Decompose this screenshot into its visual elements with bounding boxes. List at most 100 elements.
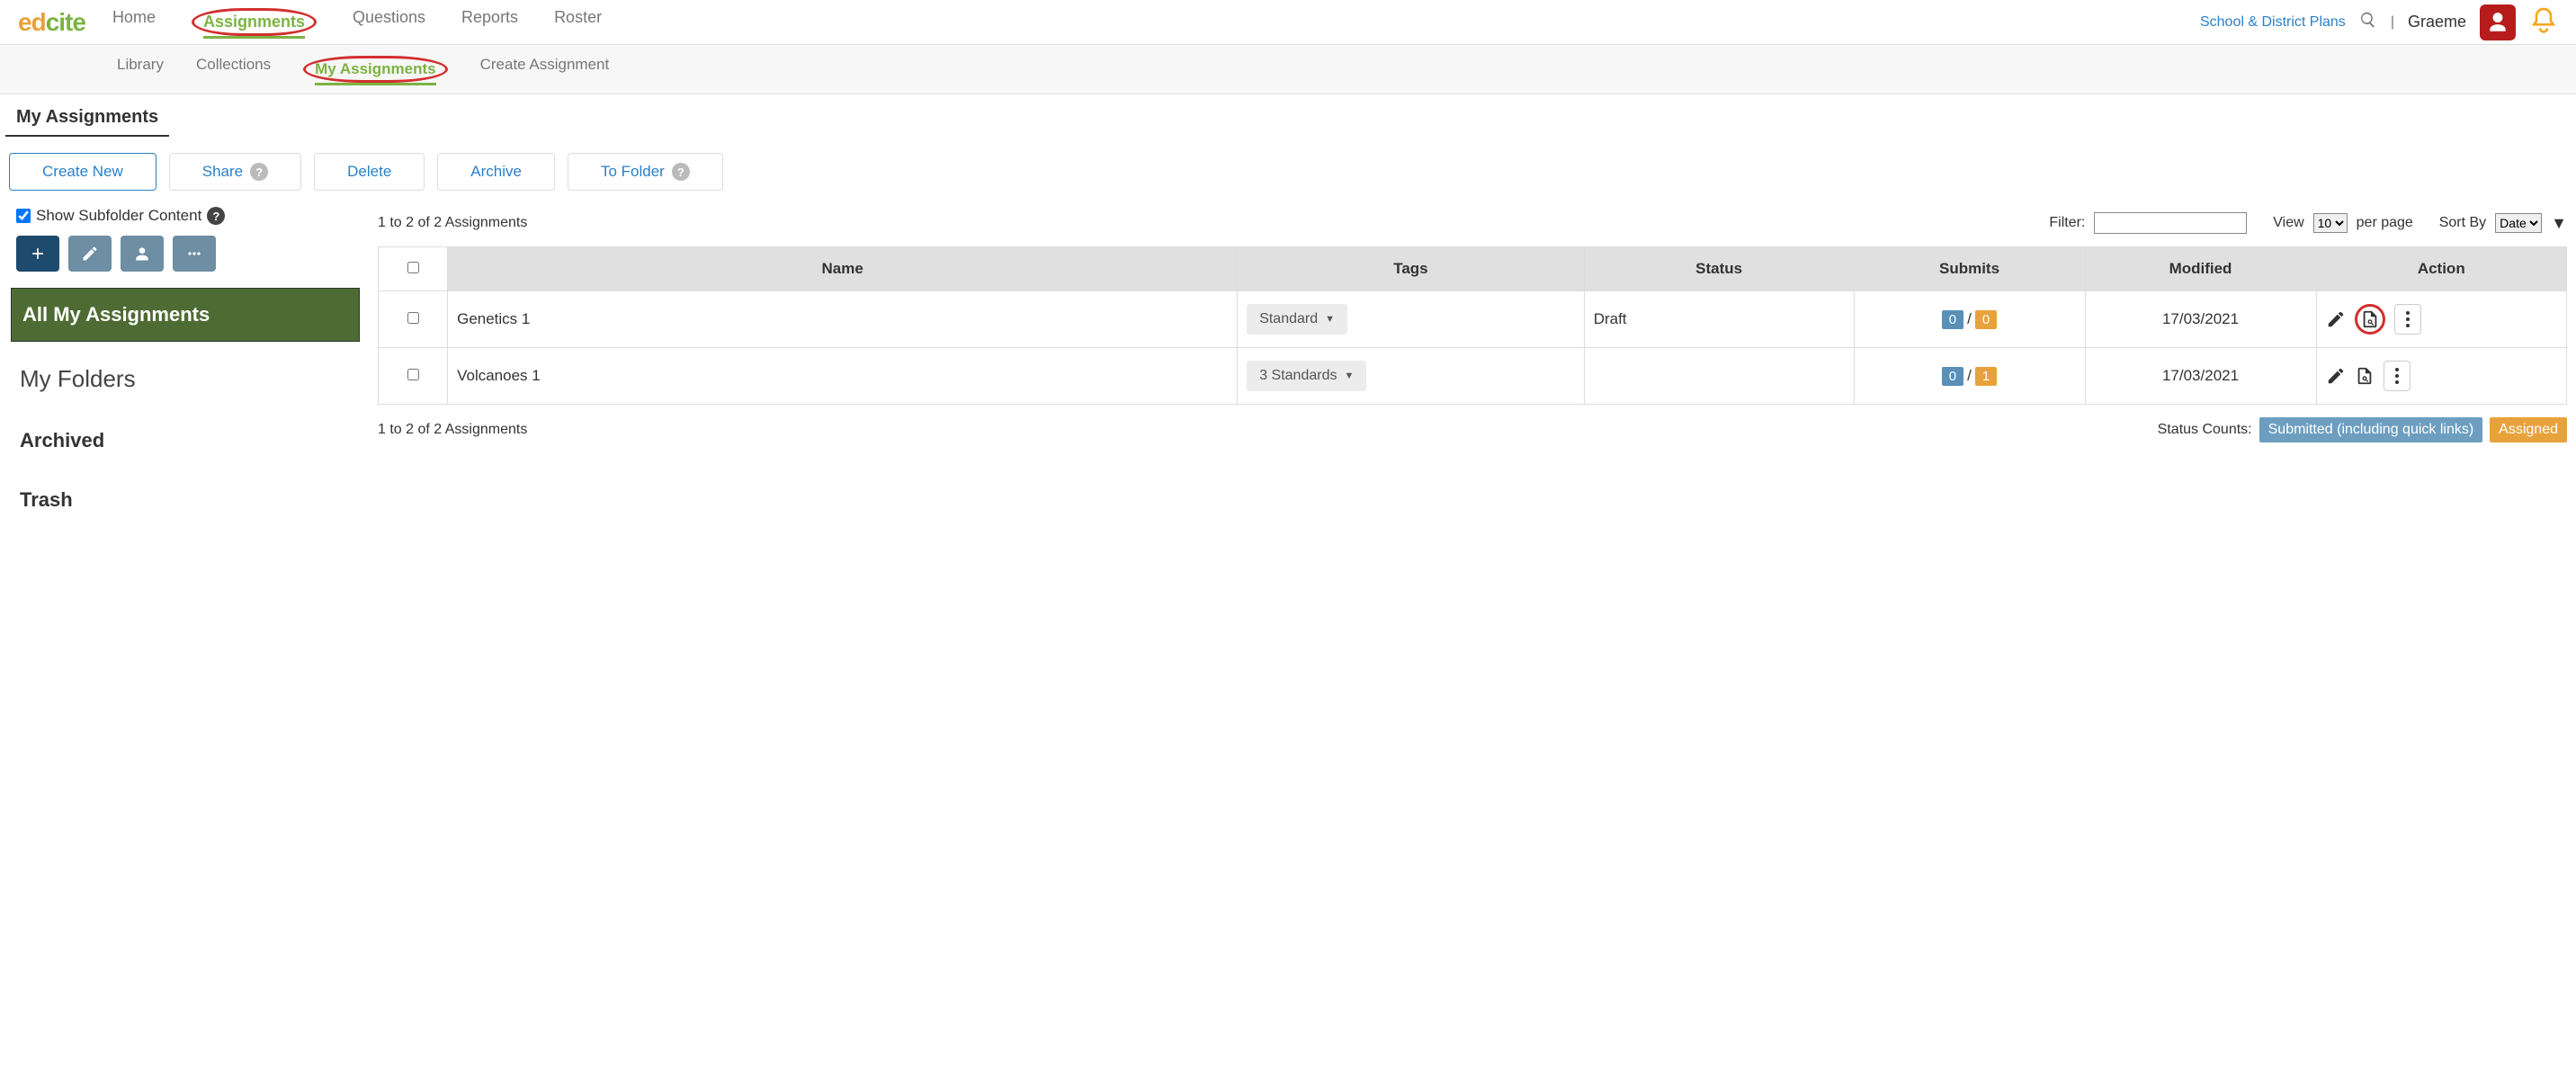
nav-roster[interactable]: Roster — [554, 8, 602, 36]
sidebar-all-assignments[interactable]: All My Assignments — [11, 288, 360, 342]
cell-action — [2316, 291, 2566, 348]
content-area: 1 to 2 of 2 Assignments Filter: View 10 … — [378, 207, 2567, 540]
filter-input[interactable] — [2094, 212, 2247, 234]
more-actions-icon[interactable] — [2384, 361, 2411, 391]
search-icon[interactable] — [2359, 11, 2377, 33]
caret-down-icon: ▼ — [1344, 371, 1354, 381]
more-folder-button[interactable] — [173, 236, 216, 272]
share-label: Share — [202, 163, 243, 181]
submits-assigned: 1 — [1975, 367, 1997, 386]
divider: | — [2391, 14, 2394, 31]
filter-label: Filter: — [2049, 215, 2085, 231]
cell-tags: Standard ▼ — [1238, 291, 1585, 348]
help-icon: ? — [250, 163, 268, 181]
per-page-suffix: per page — [2357, 215, 2413, 231]
page-title: My Assignments — [5, 94, 169, 137]
to-folder-button[interactable]: To Folder ? — [568, 153, 723, 191]
cell-submits: 0/0 — [1854, 291, 2085, 348]
create-new-button[interactable]: Create New — [9, 153, 157, 191]
edit-icon[interactable] — [2326, 366, 2346, 386]
cell-tags: 3 Standards ▼ — [1238, 348, 1585, 405]
sidebar: Show Subfolder Content ? All My Assignme… — [9, 207, 360, 540]
cell-status: Draft — [1584, 291, 1854, 348]
help-icon[interactable]: ? — [207, 207, 225, 225]
cell-name[interactable]: Volcanoes 1 — [448, 348, 1238, 405]
username-label[interactable]: Graeme — [2408, 13, 2466, 31]
share-folder-button[interactable] — [121, 236, 164, 272]
col-submits: Submits — [1854, 247, 2085, 291]
nav-reports[interactable]: Reports — [461, 8, 518, 36]
edit-folder-button[interactable] — [68, 236, 112, 272]
plus-icon — [29, 245, 47, 263]
results-summary-bottom: 1 to 2 of 2 Assignments — [378, 422, 527, 438]
status-chip-assigned: Assigned — [2490, 417, 2567, 442]
avatar-icon[interactable] — [2480, 4, 2516, 40]
sidebar-my-folders[interactable]: My Folders — [16, 358, 360, 400]
status-counts-label: Status Counts: — [2158, 422, 2252, 438]
show-subfolder-checkbox[interactable] — [16, 209, 31, 223]
submits-assigned: 0 — [1975, 310, 1997, 329]
col-action: Action — [2316, 247, 2566, 291]
person-icon — [133, 245, 151, 263]
subnav-create-assignment[interactable]: Create Assignment — [480, 56, 610, 83]
nav-home[interactable]: Home — [112, 8, 156, 36]
archive-button[interactable]: Archive — [437, 153, 555, 191]
highlight-circle-my-assignments: My Assignments — [303, 56, 447, 83]
col-name: Name — [448, 247, 1238, 291]
tag-chip[interactable]: 3 Standards ▼ — [1247, 361, 1366, 391]
top-navbar: edcite Home Assignments Questions Report… — [0, 0, 2576, 45]
subnav-my-assignments[interactable]: My Assignments — [315, 60, 435, 85]
action-row: Create New Share ? Delete Archive To Fol… — [0, 137, 2576, 207]
table-row: Volcanoes 13 Standards ▼0/117/03/2021 — [379, 348, 2567, 405]
sort-label: Sort By — [2439, 215, 2486, 231]
show-subfolder-row: Show Subfolder Content ? — [16, 207, 360, 225]
select-all-checkbox[interactable] — [407, 262, 419, 273]
pencil-icon — [81, 245, 99, 263]
tag-chip[interactable]: Standard ▼ — [1247, 304, 1347, 335]
subnav-library[interactable]: Library — [117, 56, 164, 83]
cell-status — [1584, 348, 1854, 405]
add-folder-button[interactable] — [16, 236, 59, 272]
preview-icon[interactable] — [2355, 366, 2375, 386]
logo[interactable]: edcite — [18, 8, 85, 37]
cell-submits: 0/1 — [1854, 348, 2085, 405]
dots-icon — [185, 245, 203, 263]
submits-submitted: 0 — [1942, 367, 1963, 386]
edit-icon[interactable] — [2326, 309, 2346, 329]
sort-direction-icon[interactable]: ▼ — [2551, 214, 2567, 233]
row-checkbox[interactable] — [407, 369, 419, 380]
delete-button[interactable]: Delete — [314, 153, 425, 191]
nav-right: School & District Plans | Graeme — [2200, 4, 2558, 40]
highlight-circle-assignments: Assignments — [192, 8, 317, 36]
sidebar-archived[interactable]: Archived — [16, 422, 360, 460]
preview-icon[interactable] — [2355, 304, 2385, 335]
cell-modified: 17/03/2021 — [2085, 291, 2316, 348]
row-checkbox[interactable] — [407, 312, 419, 324]
nav-questions[interactable]: Questions — [353, 8, 425, 36]
more-actions-icon[interactable] — [2394, 304, 2421, 335]
to-folder-label: To Folder — [601, 163, 665, 181]
caret-down-icon: ▼ — [1325, 314, 1335, 325]
col-tags: Tags — [1238, 247, 1585, 291]
main-nav: Home Assignments Questions Reports Roste… — [112, 8, 2200, 36]
sidebar-trash[interactable]: Trash — [16, 481, 360, 519]
sort-select[interactable]: Date — [2495, 213, 2542, 233]
submits-submitted: 0 — [1942, 310, 1963, 329]
help-icon: ? — [672, 163, 690, 181]
sub-navbar: Library Collections My Assignments Creat… — [0, 45, 2576, 94]
cell-action — [2316, 348, 2566, 405]
col-status: Status — [1584, 247, 1854, 291]
col-modified: Modified — [2085, 247, 2316, 291]
folder-toolbar — [16, 236, 360, 272]
show-subfolder-label: Show Subfolder Content — [36, 207, 201, 225]
nav-assignments[interactable]: Assignments — [203, 13, 305, 39]
per-page-select[interactable]: 10 — [2313, 213, 2348, 233]
assignments-table: Name Tags Status Submits Modified Action… — [378, 246, 2567, 405]
cell-name[interactable]: Genetics 1 — [448, 291, 1238, 348]
plans-link[interactable]: School & District Plans — [2200, 14, 2346, 31]
share-button[interactable]: Share ? — [169, 153, 301, 191]
results-summary: 1 to 2 of 2 Assignments — [378, 215, 527, 231]
bell-icon[interactable] — [2529, 5, 2558, 39]
subnav-collections[interactable]: Collections — [196, 56, 271, 83]
view-label: View — [2273, 215, 2303, 231]
